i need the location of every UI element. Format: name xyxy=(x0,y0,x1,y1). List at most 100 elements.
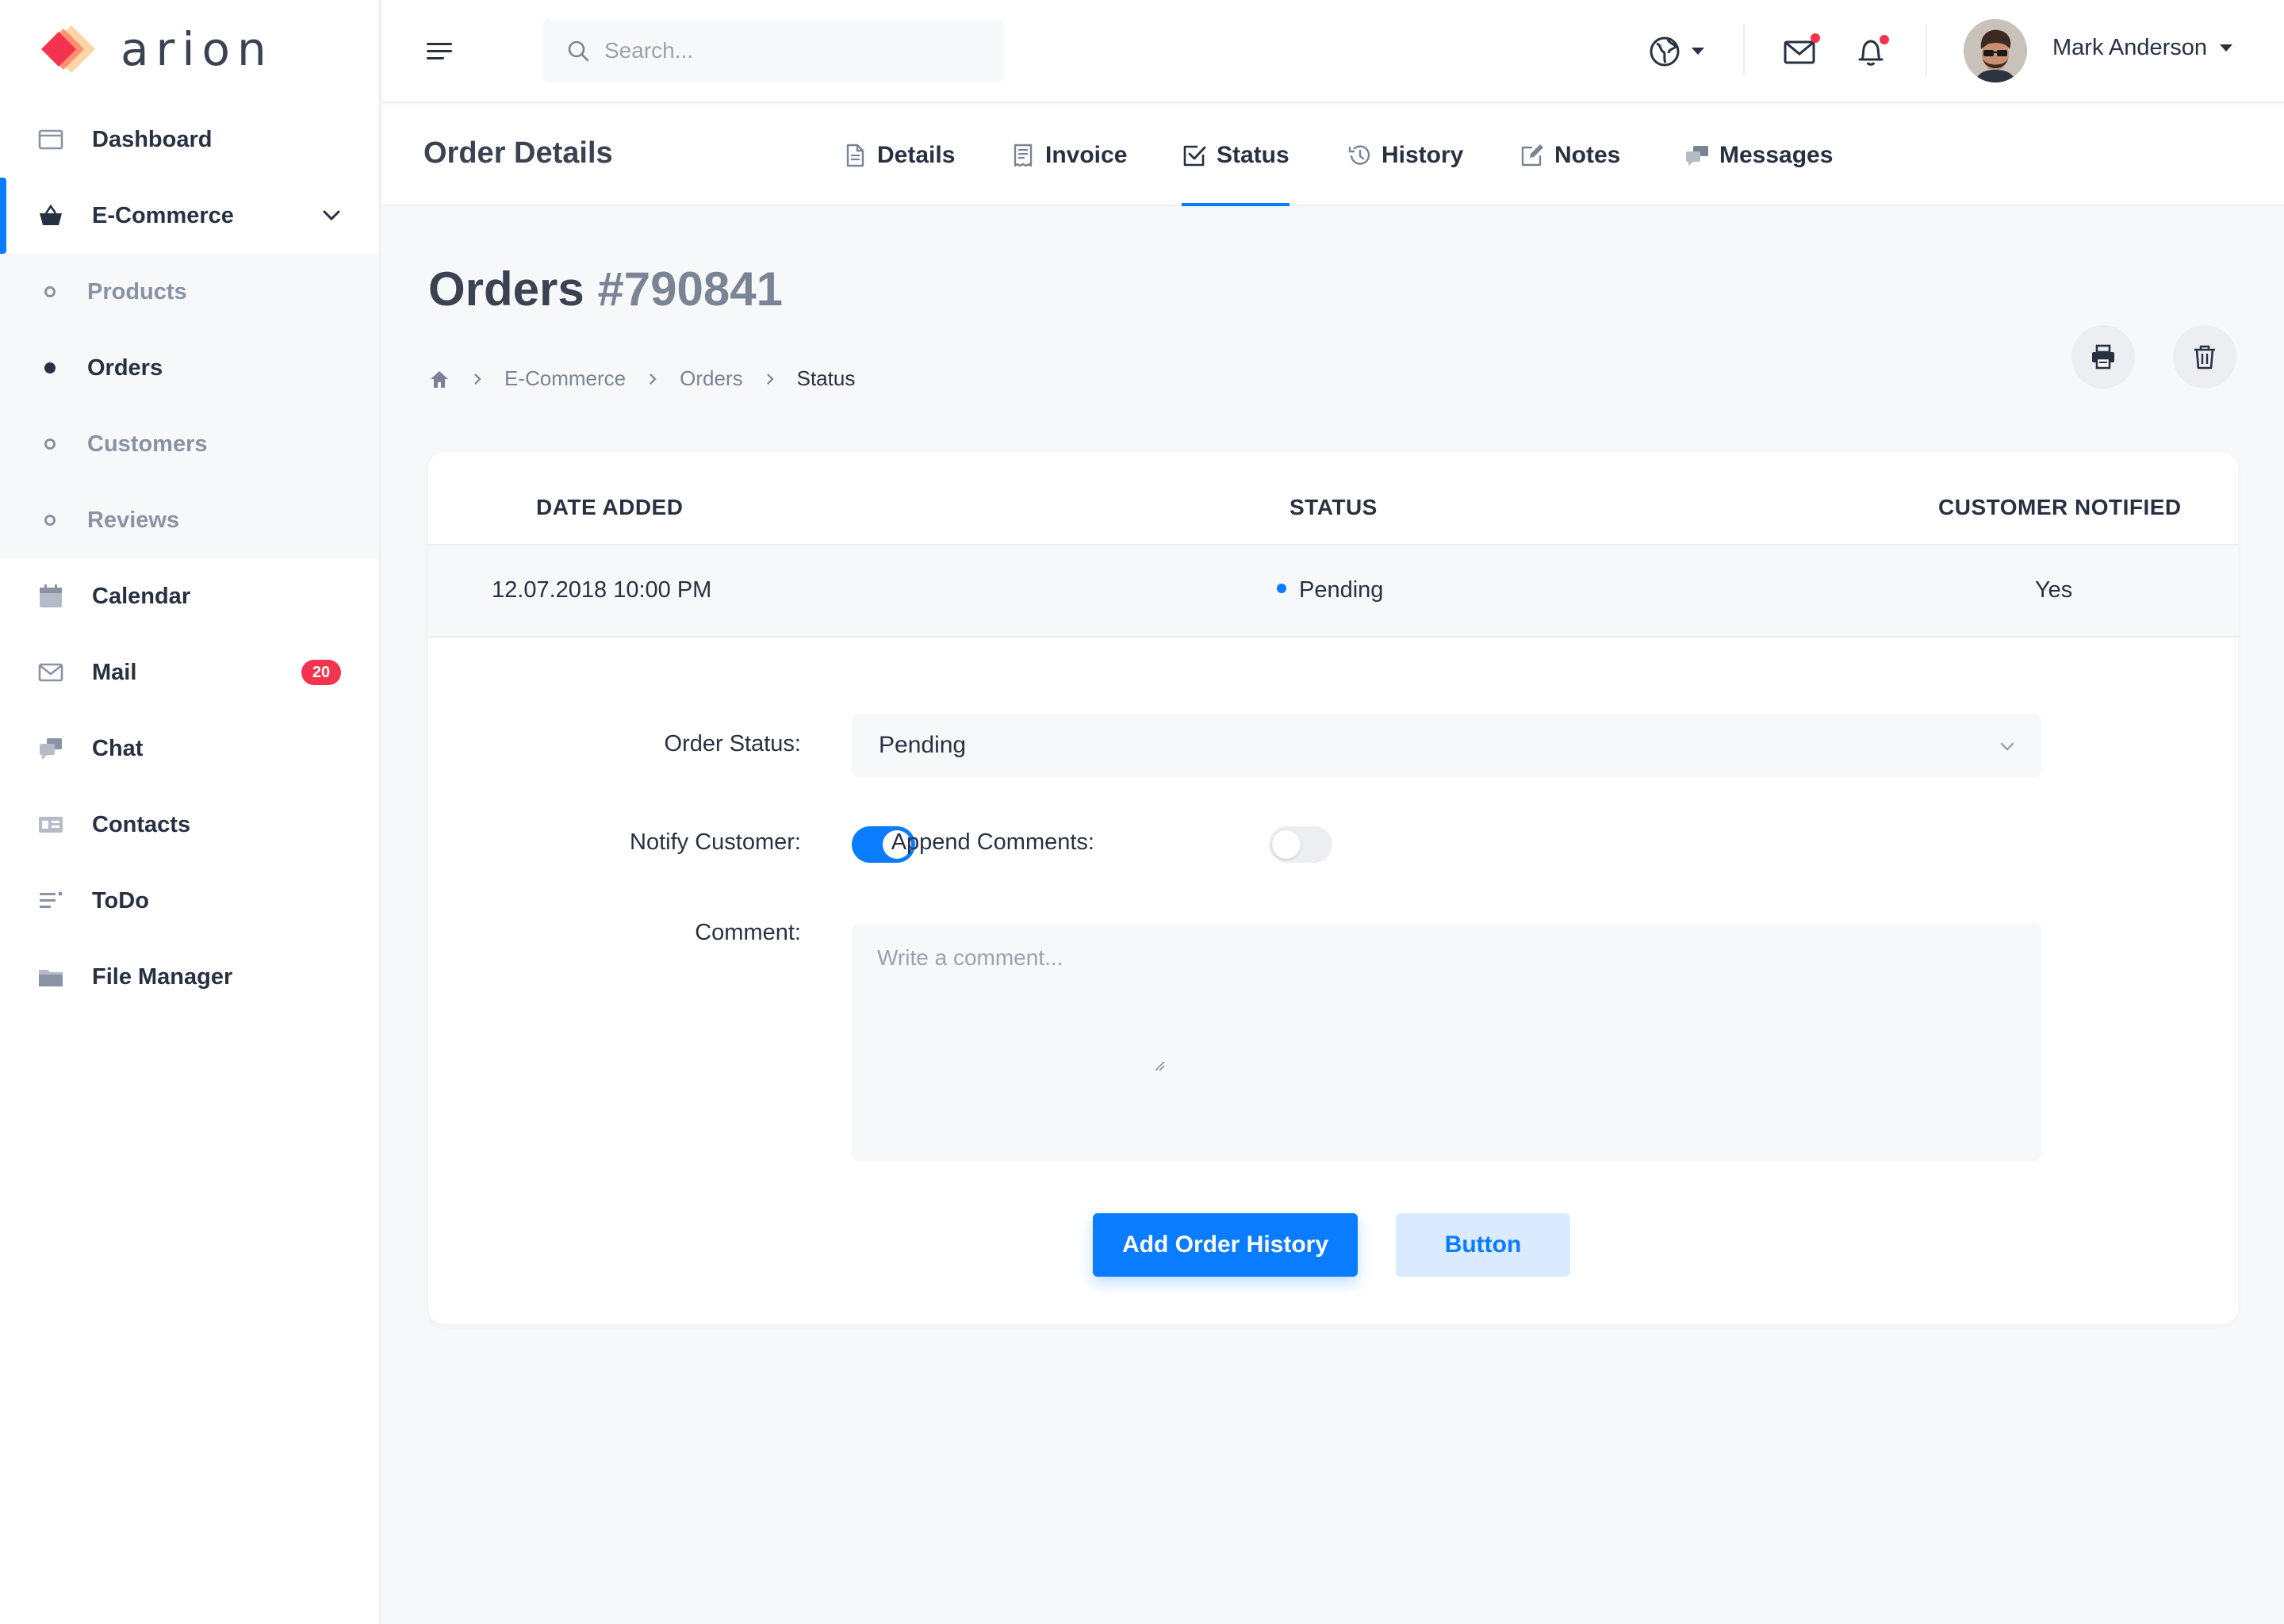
sidebar-subitem-customers[interactable]: Customers xyxy=(0,406,379,482)
bullet-icon xyxy=(44,515,56,526)
comment-field xyxy=(852,923,2041,1161)
document-icon xyxy=(846,144,864,167)
globe-icon xyxy=(1650,36,1680,67)
brand-logo[interactable]: arion xyxy=(40,24,274,75)
sidebar-item-label: File Manager xyxy=(92,963,233,990)
unread-dot xyxy=(1811,33,1820,43)
folder-icon xyxy=(36,963,65,991)
sidebar-item-todo[interactable]: ToDo xyxy=(0,863,379,939)
sidebar-item-chat[interactable]: Chat xyxy=(0,710,379,787)
tab-messages[interactable]: Messages xyxy=(1684,105,1833,206)
printer-icon xyxy=(2092,344,2114,370)
sidebar-subitem-products[interactable]: Products xyxy=(0,254,379,330)
caret-down-icon xyxy=(2220,44,2233,52)
history-icon xyxy=(1348,145,1370,165)
sidebar-item-label: Mail xyxy=(92,659,137,685)
user-menu[interactable]: Mark Anderson xyxy=(2052,35,2233,61)
divider xyxy=(1926,24,1927,76)
caret-down-icon[interactable] xyxy=(1692,48,1704,55)
mail-count-badge: 20 xyxy=(301,660,341,685)
sidebar-item-calendar[interactable]: Calendar xyxy=(0,558,379,634)
sidebar-item-contacts[interactable]: Contacts xyxy=(0,787,379,863)
sidebar-item-label: Contacts xyxy=(92,811,191,837)
status-text: Pending xyxy=(1299,577,1384,603)
sidebar: arion Dashboard E-Commerce Products Orde… xyxy=(0,0,381,1624)
sidebar-subitem-label: Reviews xyxy=(87,507,180,533)
chevron-down-icon[interactable] xyxy=(317,201,346,230)
active-indicator xyxy=(0,178,6,254)
breadcrumb-item[interactable]: Orders xyxy=(680,366,742,391)
avatar[interactable] xyxy=(1964,19,2027,82)
status-cell: Pending xyxy=(1277,577,1383,603)
tab-invoice[interactable]: Invoice xyxy=(1010,105,1127,206)
breadcrumb-item[interactable]: E-Commerce xyxy=(504,366,626,391)
sidebar-item-label: Calendar xyxy=(92,583,191,609)
chat-icon xyxy=(36,734,65,763)
menu-icon[interactable] xyxy=(425,38,454,65)
sidebar-subitem-label: Orders xyxy=(87,354,163,381)
order-status-select[interactable]: Pending xyxy=(852,714,2041,777)
column-header: CUSTOMER NOTIFIED xyxy=(1938,495,2182,519)
print-button[interactable] xyxy=(2071,325,2135,389)
sidebar-item-label: Chat xyxy=(92,735,144,761)
sidebar-item-label: ToDo xyxy=(92,887,149,914)
sidebar-item-dashboard[interactable]: Dashboard xyxy=(0,102,379,178)
page-title-text: Orders xyxy=(428,262,584,316)
resize-grip-icon[interactable] xyxy=(1153,1059,1166,1072)
tab-label: History xyxy=(1382,142,1464,168)
tab-history[interactable]: History xyxy=(1347,105,1463,206)
bullet-icon xyxy=(44,362,56,373)
customer-notified-cell: Yes xyxy=(2035,577,2073,603)
tab-notes[interactable]: Notes xyxy=(1519,105,1620,206)
dashboard-icon xyxy=(36,125,65,154)
tab-label: Details xyxy=(877,142,956,168)
messages-button[interactable] xyxy=(1780,32,1820,71)
table-row: 12.07.2018 10:00 PM Pending Yes xyxy=(428,544,2238,638)
append-comments-toggle[interactable] xyxy=(1269,826,1332,863)
bullet-icon xyxy=(44,439,56,450)
notify-customer-label: Notify Customer: xyxy=(630,829,801,855)
order-subheader: Order Details Details Invoice Status His… xyxy=(382,105,2284,206)
sidebar-nav: Dashboard E-Commerce Products Orders Cus… xyxy=(0,102,379,1015)
unread-dot xyxy=(1880,35,1889,44)
tab-status[interactable]: Status xyxy=(1182,105,1290,206)
add-order-history-button[interactable]: Add Order History xyxy=(1093,1213,1358,1277)
chevron-right-icon xyxy=(650,373,657,385)
tab-label: Notes xyxy=(1554,142,1621,168)
toggle-knob xyxy=(1272,830,1301,859)
status-dot xyxy=(1277,584,1286,594)
order-status-value: Pending xyxy=(879,732,967,758)
chevron-right-icon xyxy=(766,373,774,385)
contacts-icon xyxy=(36,810,65,839)
notifications-button[interactable] xyxy=(1851,32,1891,71)
basket-icon xyxy=(36,201,65,230)
sidebar-item-file-manager[interactable]: File Manager xyxy=(0,939,379,1015)
secondary-button[interactable]: Button xyxy=(1396,1213,1570,1277)
order-number: #790841 xyxy=(597,262,784,316)
order-status-card: DATE ADDED STATUS CUSTOMER NOTIFIED 12.0… xyxy=(428,452,2238,1324)
user-name: Mark Anderson xyxy=(2052,35,2208,60)
divider xyxy=(1743,24,1745,76)
breadcrumb-current: Status xyxy=(796,366,856,390)
comment-label: Comment: xyxy=(695,920,801,945)
sidebar-subitem-label: Products xyxy=(87,278,187,304)
append-comments-label: Append Comments: xyxy=(891,829,1094,855)
search-input[interactable] xyxy=(604,38,985,63)
language-button[interactable] xyxy=(1645,32,1684,71)
receipt-icon xyxy=(1014,144,1033,167)
chevron-down-icon xyxy=(2000,742,2014,751)
breadcrumb: E-Commerce Orders Status xyxy=(428,366,855,391)
home-icon[interactable] xyxy=(428,368,450,390)
sidebar-item-mail[interactable]: Mail 20 xyxy=(0,634,379,710)
sidebar-item-label: Dashboard xyxy=(92,126,213,152)
tab-details[interactable]: Details xyxy=(842,105,955,206)
comment-textarea[interactable] xyxy=(852,923,2041,1161)
delete-button[interactable] xyxy=(2173,325,2236,389)
sidebar-subitem-orders[interactable]: Orders xyxy=(0,330,379,406)
sidebar-item-ecommerce[interactable]: E-Commerce xyxy=(0,178,379,254)
search-box xyxy=(542,19,1004,82)
topbar: Mark Anderson xyxy=(382,0,2284,103)
sidebar-subitem-label: Customers xyxy=(87,431,208,457)
mail-icon xyxy=(36,658,65,687)
sidebar-subitem-reviews[interactable]: Reviews xyxy=(0,482,379,558)
